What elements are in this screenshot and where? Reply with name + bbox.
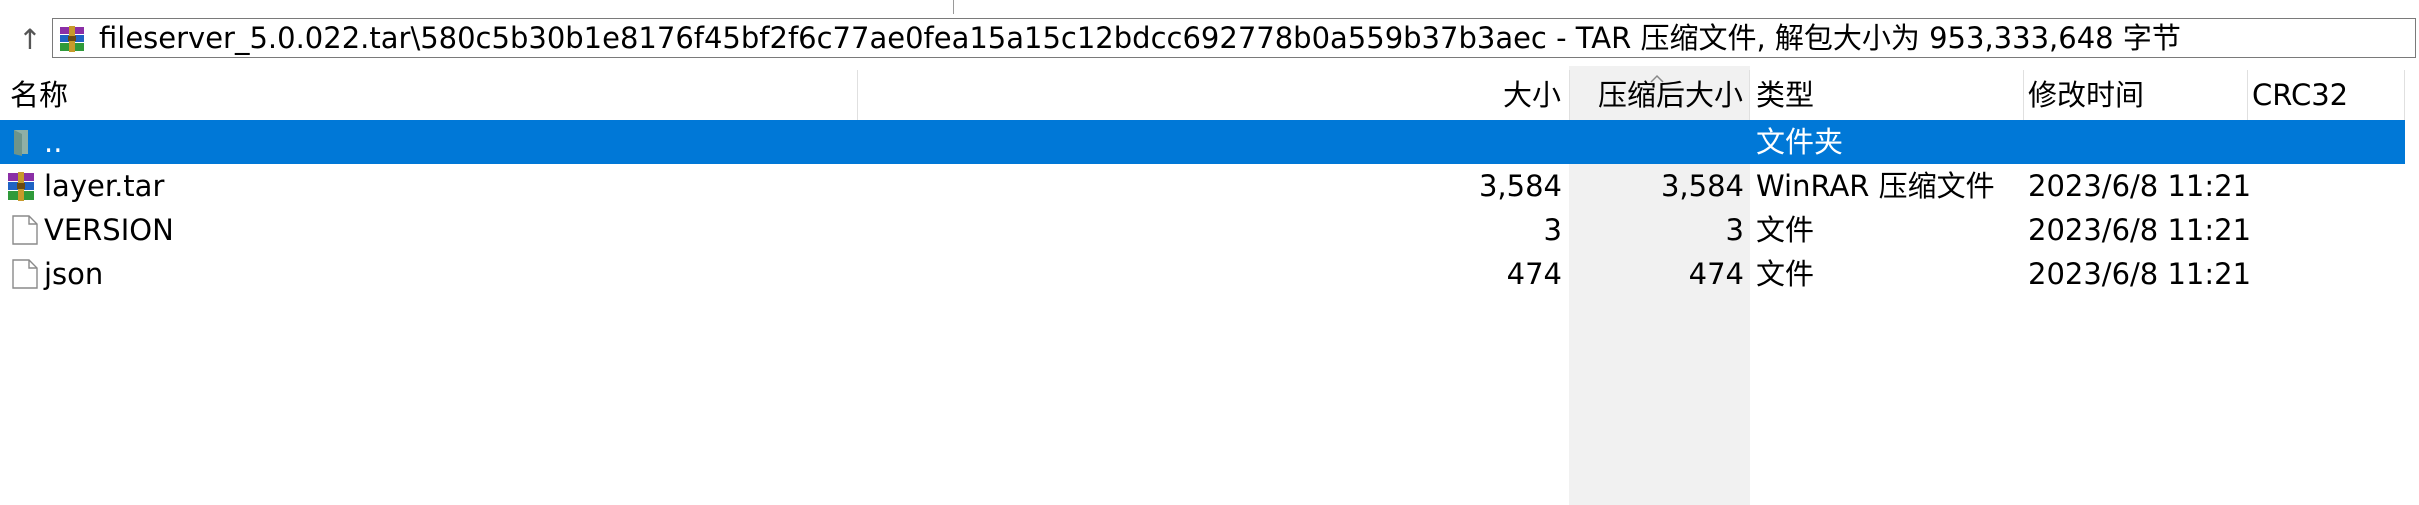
file-type: 文件 bbox=[1756, 257, 1815, 291]
file-type: 文件夹 bbox=[1756, 125, 1844, 159]
column-size-label: 大小 bbox=[1502, 78, 1561, 112]
column-modified-label: 修改时间 bbox=[2028, 78, 2145, 112]
file-name: .. bbox=[44, 125, 63, 159]
path-field[interactable]: fileserver_5.0.022.tar\580c5b30b1e8176f4… bbox=[52, 18, 2416, 58]
file-icon bbox=[12, 215, 38, 245]
file-icon bbox=[12, 259, 38, 289]
table-row[interactable]: layer.tar 3,584 3,584 WinRAR 压缩文件 2023/6… bbox=[0, 164, 2405, 208]
winrar-archive-icon bbox=[60, 26, 84, 52]
column-crc-label: CRC32 bbox=[2252, 78, 2349, 112]
toolbar-separator bbox=[953, 0, 954, 14]
winrar-archive-icon bbox=[8, 172, 34, 201]
column-size[interactable]: 大小 bbox=[858, 70, 1570, 120]
archive-path: fileserver_5.0.022.tar\580c5b30b1e8176f4… bbox=[99, 21, 2181, 55]
file-size bbox=[858, 120, 1562, 164]
file-name: VERSION bbox=[44, 213, 174, 247]
column-header: 名称 大小 压缩后大小 类型 修改时间 CRC32 bbox=[0, 70, 2405, 120]
file-packed: 3,584 bbox=[1660, 169, 1744, 203]
folder-up-icon bbox=[14, 130, 28, 156]
file-packed bbox=[1570, 120, 1744, 164]
column-type[interactable]: 类型 bbox=[1750, 70, 2024, 120]
file-modified: 2023/6/8 11:21 bbox=[2028, 169, 2252, 203]
file-size: 3 bbox=[1543, 213, 1562, 247]
up-arrow-icon[interactable]: ↑ bbox=[14, 24, 46, 56]
file-name: layer.tar bbox=[44, 169, 165, 203]
file-packed: 474 bbox=[1688, 257, 1744, 291]
table-row[interactable]: .. 文件夹 bbox=[0, 120, 2405, 164]
column-name-label: 名称 bbox=[10, 78, 69, 112]
toolbar-strip bbox=[0, 0, 2419, 15]
column-modified[interactable]: 修改时间 bbox=[2024, 70, 2248, 120]
file-size: 3,584 bbox=[1478, 169, 1562, 203]
file-modified: 2023/6/8 11:21 bbox=[2028, 213, 2252, 247]
file-type: 文件 bbox=[1756, 213, 1815, 247]
column-name[interactable]: 名称 bbox=[0, 70, 858, 120]
address-bar: ↑ fileserver_5.0.022.tar\580c5b30b1e8176… bbox=[0, 14, 2419, 66]
file-type: WinRAR 压缩文件 bbox=[1756, 169, 1995, 203]
column-packed-label: 压缩后大小 bbox=[1597, 78, 1743, 112]
table-row[interactable]: json 474 474 文件 2023/6/8 11:21 bbox=[0, 252, 2405, 296]
file-modified: 2023/6/8 11:21 bbox=[2028, 257, 2252, 291]
file-packed: 3 bbox=[1725, 213, 1744, 247]
column-crc[interactable]: CRC32 bbox=[2248, 70, 2405, 120]
column-type-label: 类型 bbox=[1756, 78, 1815, 112]
sort-caret-icon bbox=[1650, 74, 1664, 83]
table-row[interactable]: VERSION 3 3 文件 2023/6/8 11:21 bbox=[0, 208, 2405, 252]
file-name: json bbox=[44, 257, 104, 291]
file-size: 474 bbox=[1506, 257, 1562, 291]
